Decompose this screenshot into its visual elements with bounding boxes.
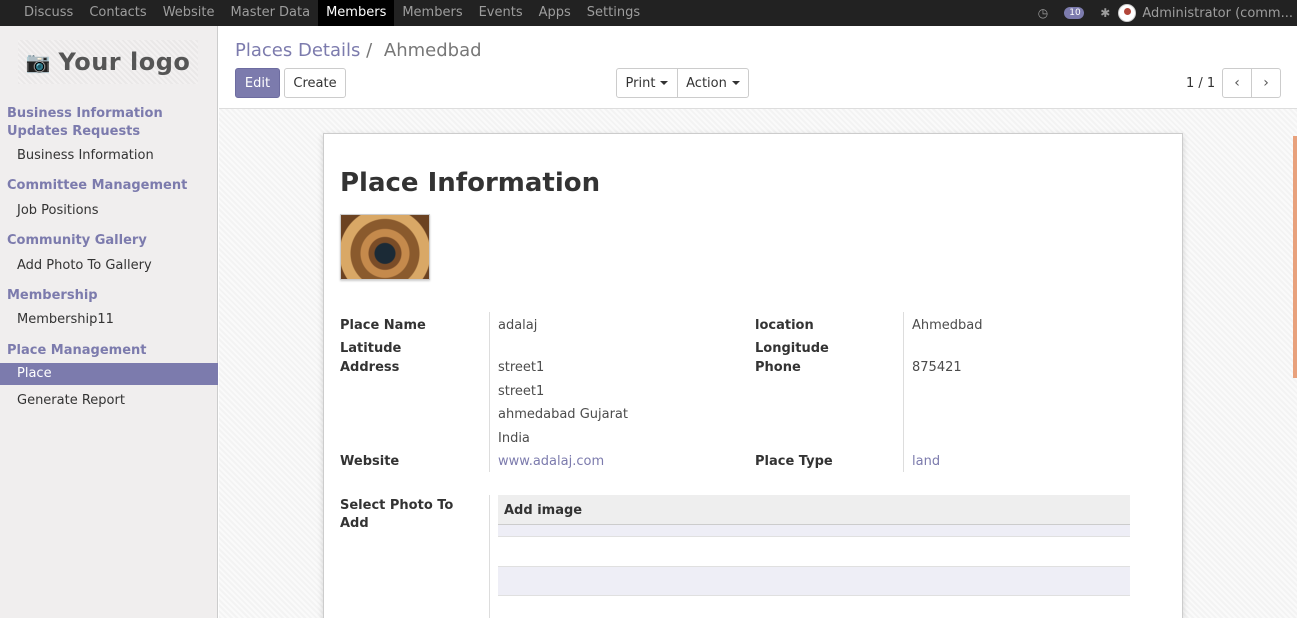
sidebar-item-generate-report[interactable]: Generate Report <box>0 390 218 412</box>
table-row[interactable] <box>498 525 1130 537</box>
pager-value[interactable]: 1 / 1 <box>1186 76 1215 91</box>
menu-apps[interactable]: Apps <box>531 0 579 26</box>
sidebar-item-business-information[interactable]: Business Information <box>0 145 218 167</box>
breadcrumb: Places Details / Ahmedbad <box>235 40 482 61</box>
sidebar-item-job-positions[interactable]: Job Positions <box>0 200 218 222</box>
column-divider <box>489 495 490 618</box>
section-community-gallery: Community Gallery <box>7 233 147 248</box>
menu-members-active[interactable]: Members <box>318 0 395 26</box>
sidebar: 📷 Your logo Business Information Updates… <box>0 26 218 618</box>
breadcrumb-separator: / <box>366 40 373 61</box>
address-line-1: street1 <box>498 360 545 375</box>
photos-table-header: Add image <box>498 495 1130 525</box>
section-committee-management: Committee Management <box>7 178 188 193</box>
phone-value: 875421 <box>912 360 962 375</box>
top-navbar: Discuss Contacts Website Master Data Mem… <box>0 0 1297 26</box>
longitude-label: Longitude <box>755 341 829 356</box>
website-link[interactable]: www.adalaj.com <box>498 453 604 471</box>
place-type-label: Place Type <box>755 454 833 469</box>
sidebar-item-place[interactable]: Place <box>0 363 218 385</box>
caret-down-icon <box>660 81 669 85</box>
menu-discuss[interactable]: Discuss <box>16 0 81 26</box>
address-label: Address <box>340 360 400 375</box>
section-place-management: Place Management <box>7 343 147 358</box>
menu-events[interactable]: Events <box>471 0 531 26</box>
menu-master-data[interactable]: Master Data <box>223 0 319 26</box>
messages-icon[interactable]: 10 <box>1064 7 1085 19</box>
form-title: Place Information <box>340 168 601 198</box>
logo-text: Your logo <box>58 48 191 76</box>
pager-next-button[interactable]: › <box>1251 68 1281 98</box>
select-photo-label: Select Photo To Add <box>340 497 453 533</box>
column-divider <box>489 312 490 472</box>
scrollbar[interactable] <box>1293 136 1297 378</box>
latitude-label: Latitude <box>340 341 402 356</box>
breadcrumb-parent[interactable]: Places Details <box>235 40 360 61</box>
camera-icon: 📷 <box>25 50 51 74</box>
section-membership: Membership <box>7 288 98 303</box>
debug-bug-icon[interactable]: ✱ <box>1100 6 1110 20</box>
clock-icon[interactable]: ◷ <box>1038 6 1048 20</box>
select-photo-label-line2: Add <box>340 516 369 531</box>
menu-settings[interactable]: Settings <box>579 0 648 26</box>
table-row[interactable] <box>498 567 1130 596</box>
sidebar-item-membership11[interactable]: Membership11 <box>0 309 218 331</box>
breadcrumb-current: Ahmedbad <box>383 40 482 61</box>
address-line-3: ahmedabad Gujarat <box>498 407 628 422</box>
app-menu: Discuss Contacts Website Master Data Mem… <box>0 0 648 26</box>
select-photo-label-line1: Select Photo To <box>340 498 454 513</box>
caret-down-icon <box>731 81 740 85</box>
table-row[interactable] <box>498 537 1130 567</box>
menu-members[interactable]: Members <box>394 0 470 26</box>
website-label: Website <box>340 454 400 469</box>
action-label: Action <box>686 75 727 91</box>
systray: ◷ 10 ✱ Administrator (comm... <box>1030 0 1297 26</box>
menu-website[interactable]: Website <box>155 0 223 26</box>
pager-previous-button[interactable]: ‹ <box>1222 68 1252 98</box>
sidebar-item-add-photo-to-gallery[interactable]: Add Photo To Gallery <box>0 255 218 277</box>
print-dropdown[interactable]: Print <box>616 68 678 98</box>
place-name-value: adalaj <box>498 318 538 333</box>
action-dropdown[interactable]: Action <box>677 68 749 98</box>
phone-label: Phone <box>755 360 801 375</box>
user-menu[interactable]: Administrator (comm... <box>1142 6 1293 21</box>
create-button[interactable]: Create <box>284 68 346 98</box>
company-logo[interactable]: 📷 Your logo <box>18 40 198 84</box>
section-business-information-updates: Business Information Updates Requests <box>7 105 163 141</box>
section-title-line1: Business Information <box>7 106 163 121</box>
place-type-link[interactable]: land <box>912 453 940 471</box>
column-divider <box>903 312 904 472</box>
menu-contacts[interactable]: Contacts <box>81 0 154 26</box>
location-value: Ahmedbad <box>912 318 983 333</box>
address-line-4: India <box>498 431 530 446</box>
edit-button[interactable]: Edit <box>235 68 280 98</box>
chevron-right-icon: › <box>1263 75 1269 91</box>
place-photo[interactable] <box>340 214 430 280</box>
chevron-left-icon: ‹ <box>1234 75 1240 91</box>
message-count: 10 <box>1069 8 1081 18</box>
section-title-line2: Updates Requests <box>7 124 141 139</box>
location-label: location <box>755 318 814 333</box>
place-name-label: Place Name <box>340 318 426 333</box>
avatar[interactable] <box>1118 4 1137 22</box>
address-line-2: street1 <box>498 384 545 399</box>
add-image-column-header[interactable]: Add image <box>504 503 582 518</box>
print-label: Print <box>625 75 656 91</box>
